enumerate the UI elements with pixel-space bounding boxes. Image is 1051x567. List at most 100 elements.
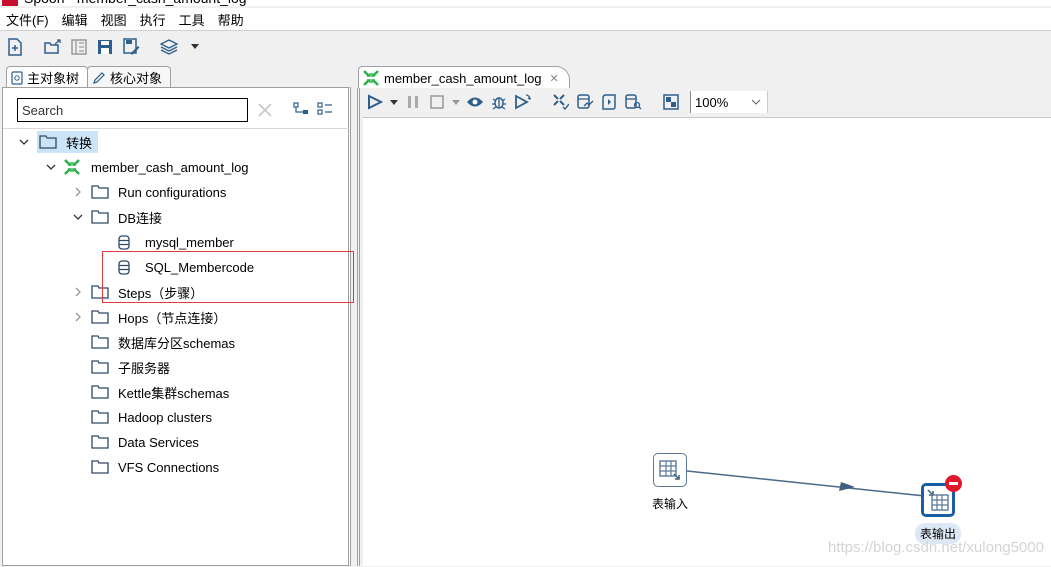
tree-item-label: mysql_member bbox=[145, 234, 234, 250]
left-panel: 主对象树 核心对象 Search 转换 member_cash_amount_l… bbox=[2, 66, 354, 566]
save-icon[interactable] bbox=[94, 36, 116, 58]
folder-icon bbox=[91, 434, 111, 450]
chevron-right-icon[interactable] bbox=[71, 285, 85, 299]
pencil-icon bbox=[92, 71, 106, 85]
tree-item-label: member_cash_amount_log bbox=[91, 159, 249, 175]
run-icon[interactable] bbox=[364, 91, 386, 113]
database-icon bbox=[118, 234, 138, 250]
error-remove-icon[interactable] bbox=[945, 475, 962, 492]
stop-icon[interactable] bbox=[426, 91, 448, 113]
folder-icon bbox=[39, 134, 59, 150]
tree-item-vfs-connections[interactable]: VFS Connections bbox=[71, 456, 219, 478]
spoon-logo-icon bbox=[2, 0, 18, 6]
tree-item-label: Hadoop clusters bbox=[118, 409, 212, 425]
chevron-down-icon[interactable] bbox=[44, 160, 58, 174]
collapse-all-icon[interactable] bbox=[293, 102, 309, 116]
tree-item-transformations[interactable]: 转换 bbox=[17, 131, 99, 153]
table-input-icon bbox=[653, 453, 687, 487]
hop-line[interactable] bbox=[686, 470, 926, 497]
tab-transformation[interactable]: member_cash_amount_log ✕ bbox=[358, 66, 570, 89]
tree-item-label: 数据库分区schemas bbox=[118, 335, 236, 351]
tree-item-hadoop-clusters[interactable]: Hadoop clusters bbox=[71, 406, 212, 428]
folder-icon bbox=[91, 359, 111, 375]
menu-help[interactable]: 帮助 bbox=[218, 10, 244, 29]
tab-core-objects[interactable]: 核心对象 bbox=[87, 66, 172, 88]
tree-item-label: Hops（节点连接） bbox=[118, 310, 227, 326]
preview-eye-icon[interactable] bbox=[464, 91, 486, 113]
tree-item-db-connections[interactable]: DB连接 bbox=[71, 206, 162, 228]
title-bar: Spoon - member_cash_amount_log bbox=[0, 0, 1051, 6]
tab-label: 核心对象 bbox=[110, 71, 163, 86]
folder-icon bbox=[91, 409, 111, 425]
chevron-down-icon[interactable] bbox=[71, 210, 85, 224]
tree-item-label: VFS Connections bbox=[118, 459, 220, 475]
tree-item-label: Kettle集群schemas bbox=[118, 385, 230, 401]
watermark: https://blog.csdn.net/xulong5000 bbox=[828, 539, 1044, 556]
impact-analysis-icon[interactable] bbox=[574, 91, 596, 113]
tree-item-db-mysql-member[interactable]: mysql_member bbox=[118, 231, 234, 253]
menu-run[interactable]: 执行 bbox=[140, 10, 166, 29]
open-file-icon[interactable] bbox=[42, 36, 64, 58]
stop-dropdown-icon[interactable] bbox=[450, 91, 462, 113]
explore-repository-icon[interactable] bbox=[68, 36, 90, 58]
divider bbox=[3, 128, 349, 129]
search-input[interactable] bbox=[17, 98, 248, 122]
zoom-level-select[interactable]: 100% bbox=[690, 91, 768, 113]
replay-icon[interactable] bbox=[512, 91, 534, 113]
expand-all-icon[interactable] bbox=[317, 102, 333, 116]
tree-item-run-configurations[interactable]: Run configurations bbox=[71, 181, 226, 203]
editor-body: 100% 表输入 表输出 https://blog.csdn.net/xulon… bbox=[357, 88, 1051, 566]
chevron-down-icon bbox=[751, 99, 761, 105]
menu-file[interactable]: 文件(F) bbox=[6, 10, 49, 29]
object-tree-panel: 转换 member_cash_amount_log Run configurat… bbox=[2, 87, 354, 566]
perspective-layers-icon[interactable] bbox=[158, 36, 180, 58]
grid-snap-icon[interactable] bbox=[660, 91, 682, 113]
window-title: Spoon - member_cash_amount_log bbox=[24, 0, 247, 6]
menu-tools[interactable]: 工具 bbox=[179, 10, 205, 29]
transformation-canvas[interactable]: 表输入 表输出 https://blog.csdn.net/xulong5000 bbox=[363, 117, 1051, 566]
tab-main-object-tree[interactable]: 主对象树 bbox=[6, 66, 89, 88]
menu-bar: 文件(F) 编辑 视图 执行 工具 帮助 bbox=[0, 8, 1051, 30]
tree-item-hops[interactable]: Hops（节点连接） bbox=[71, 306, 226, 328]
tree-item-transformation[interactable]: member_cash_amount_log bbox=[44, 156, 249, 178]
menu-edit[interactable]: 编辑 bbox=[62, 10, 88, 29]
new-file-icon[interactable] bbox=[4, 36, 26, 58]
chevron-right-icon[interactable] bbox=[71, 185, 85, 199]
debug-bug-icon[interactable] bbox=[488, 91, 510, 113]
sql-script-icon[interactable] bbox=[598, 91, 620, 113]
tab-label: 主对象树 bbox=[27, 71, 80, 86]
tree-item-cluster-schemas[interactable]: Kettle集群schemas bbox=[71, 381, 229, 403]
folder-icon bbox=[91, 334, 111, 350]
left-tabs: 主对象树 核心对象 bbox=[6, 66, 172, 88]
step-label: 表输入 bbox=[652, 497, 689, 511]
save-as-icon[interactable] bbox=[120, 36, 142, 58]
transformation-icon bbox=[363, 70, 379, 86]
tree-item-slave-servers[interactable]: 子服务器 bbox=[71, 356, 170, 378]
editor-panel: member_cash_amount_log ✕ 100% 表输入 表输出 ht… bbox=[355, 66, 1051, 566]
tree-item-data-services[interactable]: Data Services bbox=[71, 431, 199, 453]
run-dropdown-icon[interactable] bbox=[388, 91, 400, 113]
document-search-icon bbox=[11, 70, 23, 85]
chevron-down-icon[interactable] bbox=[17, 135, 31, 149]
tree-item-label: 子服务器 bbox=[118, 360, 171, 376]
folder-icon bbox=[91, 384, 111, 400]
clear-search-icon[interactable] bbox=[256, 101, 274, 119]
main-toolbar bbox=[0, 30, 1051, 62]
step-table-output[interactable]: 表输出 bbox=[915, 475, 962, 544]
zoom-value: 100% bbox=[695, 94, 729, 110]
explore-db-icon[interactable] bbox=[622, 91, 644, 113]
tree-item-partition-schemas[interactable]: 数据库分区schemas bbox=[71, 331, 235, 353]
transformation-icon bbox=[64, 159, 84, 175]
menu-view[interactable]: 视图 bbox=[101, 10, 127, 29]
pause-icon[interactable] bbox=[402, 91, 424, 113]
close-tab-icon[interactable]: ✕ bbox=[550, 72, 559, 85]
tree-item-label: 转换 bbox=[66, 135, 93, 151]
folder-icon bbox=[91, 209, 111, 225]
chevron-right-icon[interactable] bbox=[71, 310, 85, 324]
verify-icon[interactable] bbox=[550, 91, 572, 113]
folder-icon bbox=[91, 459, 111, 475]
dropdown-arrow-icon[interactable] bbox=[184, 36, 206, 58]
step-table-input[interactable]: 表输入 bbox=[647, 453, 693, 514]
folder-icon bbox=[91, 184, 111, 200]
hop-arrow bbox=[839, 482, 855, 491]
